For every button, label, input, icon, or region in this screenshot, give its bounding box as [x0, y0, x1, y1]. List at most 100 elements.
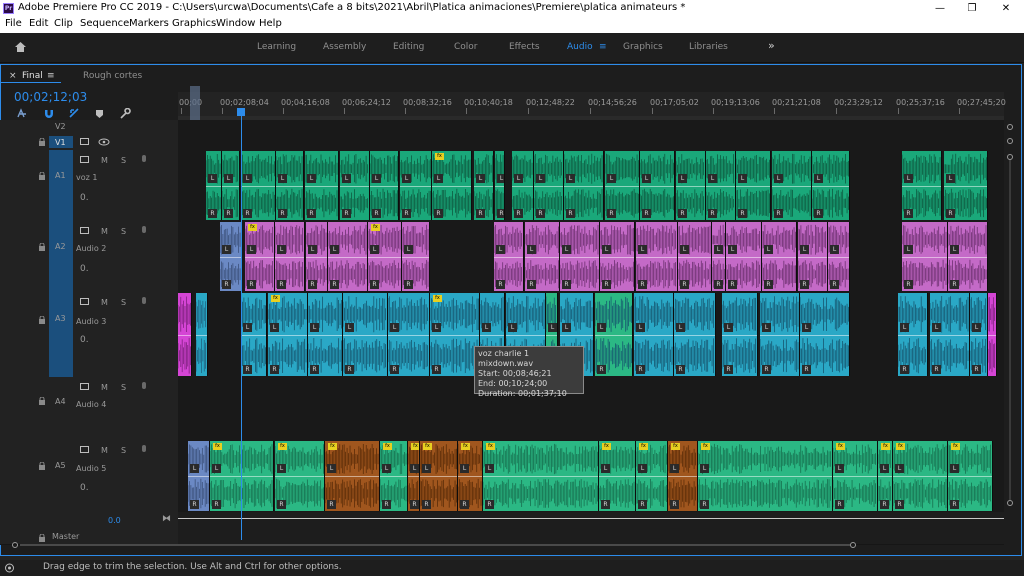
- audio-clip[interactable]: LR: [241, 293, 267, 376]
- home-icon[interactable]: [14, 41, 27, 53]
- target-a2[interactable]: [49, 221, 73, 292]
- audio-clip[interactable]: LR: [188, 441, 210, 511]
- audio-clip[interactable]: LR: [605, 151, 640, 220]
- master-keyframe-icon[interactable]: ⧓: [162, 514, 171, 524]
- audio-clip[interactable]: LR: [948, 222, 988, 291]
- scroll-handle-top[interactable]: [1007, 124, 1013, 130]
- playhead-handle[interactable]: [237, 108, 245, 116]
- audio-clip[interactable]: LR: [494, 222, 524, 291]
- microphone-icon[interactable]: [141, 382, 147, 392]
- mute-button[interactable]: M: [101, 383, 108, 392]
- track-label-a1[interactable]: A1: [55, 171, 66, 180]
- audio-clip[interactable]: LR: [525, 222, 560, 291]
- track-name-a3[interactable]: Audio 3: [76, 317, 106, 326]
- sync-lock-icon[interactable]: [80, 383, 90, 391]
- nest-sequence-icon[interactable]: [17, 108, 29, 119]
- audio-clip[interactable]: LR: [762, 222, 797, 291]
- audio-clip[interactable]: L Rfx: [636, 441, 668, 511]
- zoom-bar[interactable]: [20, 544, 850, 546]
- audio-clip[interactable]: LR: [343, 293, 388, 376]
- audio-clip[interactable]: L Rfx: [275, 441, 325, 511]
- audio-clip[interactable]: LR: [400, 151, 432, 220]
- audio-clip[interactable]: LR: [828, 222, 850, 291]
- audio-clip[interactable]: LR: [275, 222, 305, 291]
- menu-window[interactable]: Window: [216, 18, 255, 29]
- mute-button[interactable]: M: [101, 298, 108, 307]
- master-value[interactable]: 0.0: [108, 516, 121, 525]
- menu-graphics[interactable]: Graphics: [172, 18, 216, 29]
- audio-clip[interactable]: L Rfx: [698, 441, 833, 511]
- workspace-color[interactable]: Color: [454, 42, 478, 52]
- lock-icon[interactable]: [38, 397, 46, 405]
- audio-clip[interactable]: LR: [388, 293, 430, 376]
- audio-clip[interactable]: L Rfx: [408, 441, 420, 511]
- sync-lock-icon[interactable]: [80, 156, 90, 164]
- scroll-track[interactable]: [1009, 160, 1011, 500]
- tab-menu-icon[interactable]: ≡: [47, 71, 55, 81]
- audio-clip[interactable]: L Rfx: [210, 441, 274, 511]
- workspace-effects[interactable]: Effects: [509, 42, 540, 52]
- audio-clip[interactable]: LR: [564, 151, 604, 220]
- audio-clip[interactable]: L Rfx: [893, 441, 948, 511]
- track-label-a5[interactable]: A5: [55, 461, 66, 470]
- target-a3[interactable]: [49, 292, 73, 377]
- audio-clip[interactable]: L Rfx: [599, 441, 636, 511]
- audio-clip[interactable]: LR: [308, 293, 343, 376]
- audio-clip[interactable]: LR: [812, 151, 850, 220]
- workspace-editing[interactable]: Editing: [393, 42, 424, 52]
- audio-clip[interactable]: L Rfx: [432, 151, 472, 220]
- audio-clip[interactable]: LR: [560, 222, 600, 291]
- audio-clip[interactable]: LR: [798, 222, 828, 291]
- master-volume-line[interactable]: [178, 518, 1004, 519]
- workspace-graphics[interactable]: Graphics: [623, 42, 663, 52]
- menu-file[interactable]: File: [5, 18, 22, 29]
- tab-final[interactable]: Final: [22, 71, 43, 81]
- workspace-audio[interactable]: Audio: [567, 42, 593, 52]
- track-area-v2[interactable]: [178, 120, 1004, 135]
- solo-button[interactable]: S: [121, 298, 126, 307]
- audio-clip[interactable]: LR: [276, 151, 304, 220]
- linked-selection-icon[interactable]: [68, 107, 80, 119]
- zoom-handle-right[interactable]: [850, 542, 856, 548]
- track-name-a5[interactable]: Audio 5: [76, 464, 106, 473]
- solo-button[interactable]: S: [121, 446, 126, 455]
- audio-clip[interactable]: L Rfx: [268, 293, 308, 376]
- workspace-learning[interactable]: Learning: [257, 42, 296, 52]
- audio-clip[interactable]: L Rfx: [420, 441, 458, 511]
- audio-clip[interactable]: LR: [534, 151, 564, 220]
- audio-clip[interactable]: LR: [370, 151, 399, 220]
- track-name-a4[interactable]: Audio 4: [76, 400, 106, 409]
- track-label-a2[interactable]: A2: [55, 242, 66, 251]
- audio-clip[interactable]: L Rfx: [245, 222, 275, 291]
- sync-lock-icon[interactable]: [80, 298, 90, 306]
- menu-markers[interactable]: Markers: [129, 18, 169, 29]
- audio-clip[interactable]: L Rfx: [948, 441, 993, 511]
- audio-clip[interactable]: LR: [222, 151, 240, 220]
- maximize-button[interactable]: ❐: [956, 0, 988, 17]
- audio-clip[interactable]: LR: [306, 222, 328, 291]
- audio-clip[interactable]: L Rfx: [325, 441, 380, 511]
- audio-clip[interactable]: LR: [772, 151, 812, 220]
- mute-button[interactable]: M: [101, 227, 108, 236]
- lock-icon[interactable]: [38, 462, 46, 470]
- audio-clip[interactable]: L Rfx: [878, 441, 893, 511]
- audio-clip[interactable]: LR: [220, 222, 242, 291]
- track-name-a2[interactable]: Audio 2: [76, 244, 106, 253]
- add-marker-icon[interactable]: [95, 109, 104, 119]
- playhead-timecode[interactable]: 00;02;12;03: [14, 90, 87, 104]
- mute-button[interactable]: M: [101, 156, 108, 165]
- audio-clip[interactable]: LR: [678, 222, 712, 291]
- audio-clip[interactable]: LR: [902, 151, 942, 220]
- audio-clip[interactable]: LR: [706, 151, 736, 220]
- audio-clip[interactable]: LR: [800, 293, 850, 376]
- menu-help[interactable]: Help: [259, 18, 282, 29]
- tab-rough-cortes[interactable]: Rough cortes: [83, 71, 142, 81]
- audio-clip[interactable]: LR: [736, 151, 771, 220]
- lock-icon[interactable]: [38, 172, 46, 180]
- audio-clip[interactable]: L Rfx: [380, 441, 408, 511]
- audio-clip[interactable]: LR: [402, 222, 430, 291]
- track-volume-a2[interactable]: 0.: [80, 264, 89, 274]
- track-label-a3[interactable]: A3: [55, 314, 66, 323]
- sync-lock-icon[interactable]: [80, 446, 90, 454]
- microphone-icon[interactable]: [141, 226, 147, 236]
